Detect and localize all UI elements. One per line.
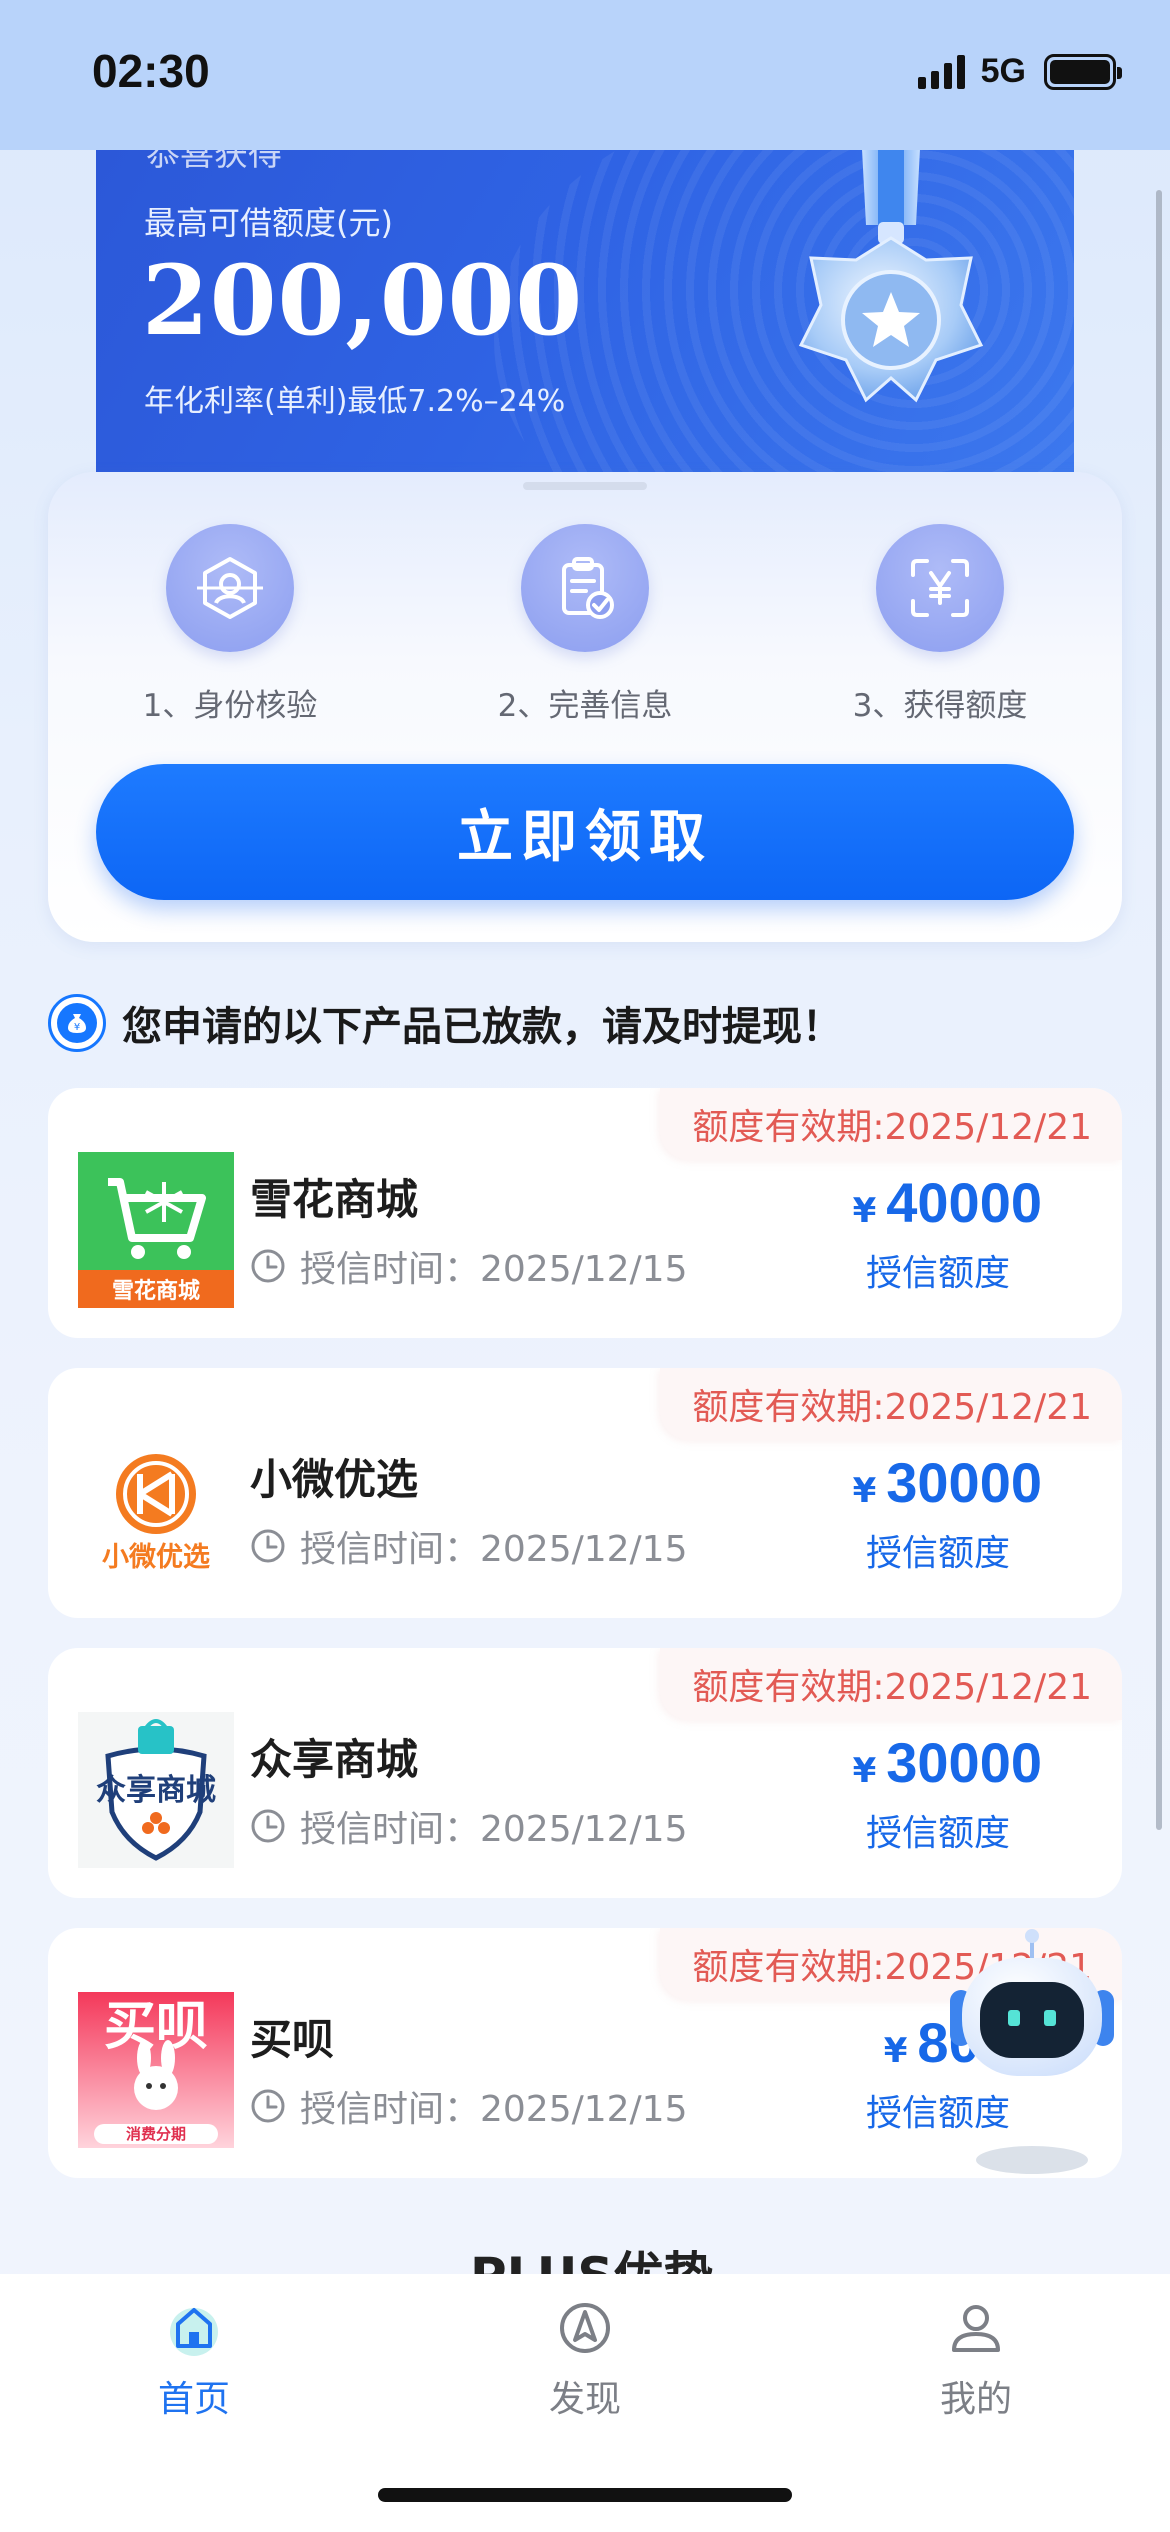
medal-icon	[798, 150, 984, 403]
section-header: ¥ 您申请的以下产品已放款，请及时提现！	[48, 994, 842, 1052]
expiry-tag: 额度有效期:2025/12/21	[660, 1648, 1122, 1720]
tab-home[interactable]: 首页	[94, 2298, 294, 2422]
clipboard-check-icon	[521, 524, 649, 652]
amount-row: ¥ 30000	[853, 1450, 1042, 1515]
clock-icon	[251, 1529, 285, 1563]
step-label: 2、完善信息	[497, 688, 673, 724]
compass-icon	[560, 2303, 610, 2353]
svg-text:¥: ¥	[74, 1022, 80, 1033]
step-info: 2、完善信息	[455, 524, 715, 725]
status-time: 02:30	[92, 45, 210, 97]
drag-handle[interactable]	[523, 482, 647, 490]
logo-text: 小微优选	[102, 1542, 210, 1573]
product-name: 雪花商城	[250, 1175, 419, 1224]
status-indicators: 5G	[917, 52, 1122, 91]
step-credit: 3、获得额度	[810, 524, 1070, 725]
yuan-scan-icon	[876, 524, 1004, 652]
steps-card: 1、身份核验 2、完善信息 3、获得额度 立即领取	[48, 472, 1122, 942]
xuehua-logo: 雪花商城	[78, 1152, 234, 1308]
amount-label: 授信额度	[865, 1813, 1010, 1854]
tab-label: 首页	[157, 2379, 230, 2420]
logo-text: 买呗	[104, 1997, 208, 2057]
credit-time: 授信时间：2025/12/15	[250, 1240, 688, 1292]
amount-label: 授信额度	[865, 1253, 1010, 1294]
credit-amount: 40000	[886, 1171, 1042, 1234]
claim-now-button[interactable]: 立即领取	[96, 764, 1074, 900]
clock-icon	[251, 2089, 285, 2123]
credit-time-text: 授信时间：2025/12/15	[300, 1249, 688, 1290]
currency-symbol: ¥	[852, 1191, 877, 1231]
credit-amount: 30000	[886, 1731, 1042, 1794]
banner-rate: 年化利率(单利)最低7.2%–24%	[144, 384, 566, 419]
credit-time-text: 授信时间：2025/12/15	[300, 1529, 688, 1570]
tab-mine[interactable]: 我的	[876, 2298, 1076, 2422]
home-icon	[170, 2308, 218, 2356]
logo-subtext: 消费分期	[126, 2125, 186, 2143]
expiry-tag: 额度有效期:2025/12/21	[660, 1088, 1122, 1160]
banner-label: 最高可借额度(元)	[144, 204, 393, 242]
credit-time-text: 授信时间：2025/12/15	[300, 1809, 688, 1850]
status-bar: 02:30 5G	[0, 0, 1170, 150]
home-indicator	[378, 2488, 792, 2502]
id-verify-icon	[166, 524, 294, 652]
network-label: 5G	[980, 52, 1026, 90]
credit-time: 授信时间：2025/12/15	[250, 2080, 688, 2132]
tab-discover[interactable]: 发现	[485, 2298, 685, 2422]
clock-icon	[251, 1809, 285, 1843]
zhongxiang-logo: 众享商城	[78, 1712, 234, 1868]
currency-symbol: ¥	[852, 1751, 877, 1791]
section-title: 您申请的以下产品已放款，请及时提现！	[122, 1004, 842, 1050]
credit-banner[interactable]: 恭喜获得 最高可借额度(元) 200,000 年化利率(单利)最低7.2%–24…	[96, 150, 1074, 490]
robot-assistant-icon[interactable]	[940, 1920, 1120, 2180]
credit-time-text: 授信时间：2025/12/15	[300, 2089, 688, 2130]
maibei-logo: 买呗 消费分期	[78, 1992, 234, 2148]
money-bag-icon: ¥	[48, 994, 106, 1052]
step-label: 3、获得额度	[852, 688, 1028, 724]
tab-label: 发现	[548, 2379, 621, 2420]
product-card-zhongxiang[interactable]: 额度有效期:2025/12/21 众享商城 众享商城 授信时间：2025/12/…	[48, 1648, 1122, 1898]
amount-row: ¥ 30000	[853, 1730, 1042, 1795]
tab-label: 我的	[939, 2379, 1012, 2420]
product-name: 众享商城	[250, 1735, 419, 1784]
expiry-tag: 额度有效期:2025/12/21	[660, 1368, 1122, 1440]
battery-icon	[1044, 53, 1122, 90]
product-card-xiaowei[interactable]: 额度有效期:2025/12/21 小微优选 小微优选 授信时间：2025/12/…	[48, 1368, 1122, 1618]
step-identity: 1、身份核验	[100, 524, 360, 725]
amount-row: ¥ 40000	[853, 1170, 1042, 1235]
currency-symbol: ¥	[883, 2031, 908, 2071]
logo-text: 雪花商城	[112, 1278, 200, 1304]
banner-cutoff-text: 恭喜获得	[146, 150, 282, 174]
product-card-xuehua[interactable]: 额度有效期:2025/12/21 雪花商城 雪花商城 授信时间：2025/12/…	[48, 1088, 1122, 1338]
product-name: 小微优选	[250, 1455, 419, 1504]
credit-amount: 30000	[886, 1451, 1042, 1514]
user-icon	[952, 2305, 1000, 2352]
credit-time: 授信时间：2025/12/15	[250, 1520, 688, 1572]
currency-symbol: ¥	[852, 1471, 877, 1511]
signal-icon	[917, 54, 965, 89]
xiaowei-logo: 小微优选	[78, 1432, 234, 1588]
scrollbar[interactable]	[1156, 190, 1162, 1830]
step-label: 1、身份核验	[142, 688, 318, 724]
logo-text: 众享商城	[96, 1773, 216, 1808]
banner-amount: 200,000	[142, 244, 584, 357]
amount-label: 授信额度	[865, 1533, 1010, 1574]
clock-icon	[251, 1249, 285, 1283]
product-name: 买呗	[250, 2015, 335, 2064]
credit-time: 授信时间：2025/12/15	[250, 1800, 688, 1852]
